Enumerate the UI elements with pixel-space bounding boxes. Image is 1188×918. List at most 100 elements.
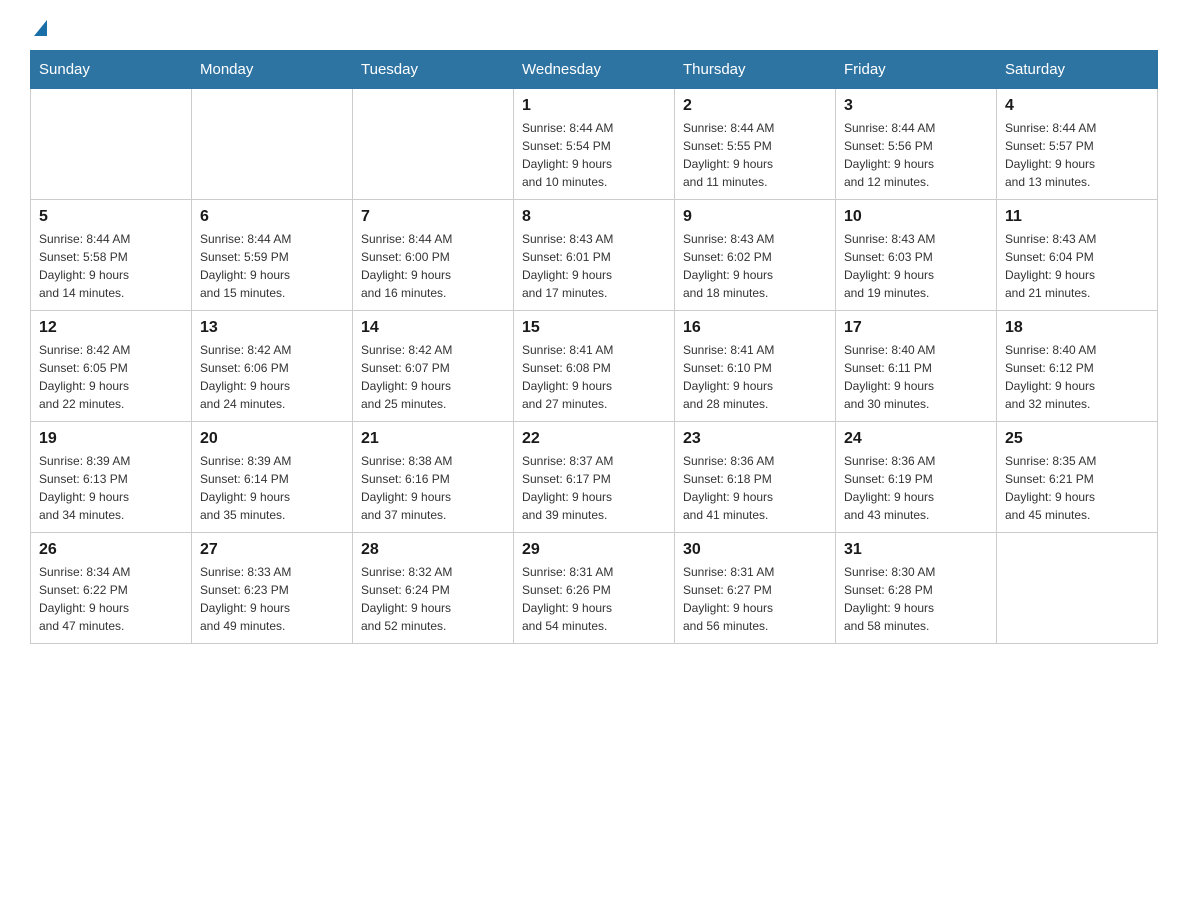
- calendar-empty-cell: [353, 89, 514, 200]
- calendar-day-16: 16Sunrise: 8:41 AM Sunset: 6:10 PM Dayli…: [675, 311, 836, 422]
- calendar-day-14: 14 Sunrise: 8:42 AM Sunset: 6:07 PM Dayli…: [353, 311, 514, 422]
- calendar-day-18: 18 Sunrise: 8:40 AM Sunset: 6:12 PM Dayli…: [997, 311, 1158, 422]
- day-number: 23: [683, 430, 827, 448]
- day-number: 18: [1005, 319, 1149, 337]
- day-info: Sunrise: 8:42 AM Sunset: 6:06 PM Dayligh…: [200, 341, 344, 413]
- day-info: Sunrise: 8:39 AM Sunset: 6:13 PM Dayligh…: [39, 452, 183, 524]
- day-info: Sunrise: 8:43 AM Sunset: 6:03 PM Dayligh…: [844, 230, 988, 302]
- day-info: Sunrise: 8:37 AM Sunset: 6:17 PM Dayligh…: [522, 452, 666, 524]
- calendar-day-10: 10 Sunrise: 8:43 AM Sunset: 6:03 PM Dayli…: [836, 200, 997, 311]
- day-number: 24: [844, 430, 988, 448]
- day-info: Sunrise: 8:33 AM Sunset: 6:23 PM Dayligh…: [200, 563, 344, 635]
- day-number: 14: [361, 319, 505, 337]
- day-info: Sunrise: 8:40 AM Sunset: 6:11 PM Dayligh…: [844, 341, 988, 413]
- calendar-day-19: 19 Sunrise: 8:39 AM Sunset: 6:13 PM Dayli…: [31, 422, 192, 533]
- day-number: 29: [522, 541, 666, 559]
- calendar-day-26: 26Sunrise: 8:34 AM Sunset: 6:22 PM Dayli…: [31, 533, 192, 644]
- logo: [30, 20, 47, 40]
- calendar-day-20: 20 Sunrise: 8:39 AM Sunset: 6:14 PM Dayli…: [192, 422, 353, 533]
- day-info: Sunrise: 8:44 AM Sunset: 5:58 PM Dayligh…: [39, 230, 183, 302]
- day-number: 31: [844, 541, 988, 559]
- calendar-day-22: 22 Sunrise: 8:37 AM Sunset: 6:17 PM Dayli…: [514, 422, 675, 533]
- weekday-header-monday: Monday: [192, 51, 353, 89]
- day-info: Sunrise: 8:44 AM Sunset: 6:00 PM Dayligh…: [361, 230, 505, 302]
- day-number: 19: [39, 430, 183, 448]
- day-info: Sunrise: 8:30 AM Sunset: 6:28 PM Dayligh…: [844, 563, 988, 635]
- day-number: 21: [361, 430, 505, 448]
- calendar-day-12: 12 Sunrise: 8:42 AM Sunset: 6:05 PM Dayli…: [31, 311, 192, 422]
- day-number: 17: [844, 319, 988, 337]
- calendar-week-row: 26Sunrise: 8:34 AM Sunset: 6:22 PM Dayli…: [31, 533, 1158, 644]
- calendar-day-27: 27Sunrise: 8:33 AM Sunset: 6:23 PM Dayli…: [192, 533, 353, 644]
- day-info: Sunrise: 8:38 AM Sunset: 6:16 PM Dayligh…: [361, 452, 505, 524]
- day-info: Sunrise: 8:44 AM Sunset: 5:54 PM Dayligh…: [522, 119, 666, 191]
- day-info: Sunrise: 8:31 AM Sunset: 6:27 PM Dayligh…: [683, 563, 827, 635]
- day-info: Sunrise: 8:36 AM Sunset: 6:18 PM Dayligh…: [683, 452, 827, 524]
- day-number: 16: [683, 319, 827, 337]
- day-number: 30: [683, 541, 827, 559]
- day-number: 12: [39, 319, 183, 337]
- calendar-day-23: 23 Sunrise: 8:36 AM Sunset: 6:18 PM Dayli…: [675, 422, 836, 533]
- day-info: Sunrise: 8:32 AM Sunset: 6:24 PM Dayligh…: [361, 563, 505, 635]
- calendar-day-15: 15 Sunrise: 8:41 AM Sunset: 6:08 PM Dayli…: [514, 311, 675, 422]
- calendar-week-row: 12 Sunrise: 8:42 AM Sunset: 6:05 PM Dayli…: [31, 311, 1158, 422]
- day-info: Sunrise: 8:42 AM Sunset: 6:07 PM Dayligh…: [361, 341, 505, 413]
- weekday-header-row: SundayMondayTuesdayWednesdayThursdayFrid…: [31, 51, 1158, 89]
- day-info: Sunrise: 8:39 AM Sunset: 6:14 PM Dayligh…: [200, 452, 344, 524]
- calendar-day-2: 2 Sunrise: 8:44 AM Sunset: 5:55 PM Daylig…: [675, 89, 836, 200]
- day-info: Sunrise: 8:42 AM Sunset: 6:05 PM Dayligh…: [39, 341, 183, 413]
- calendar-day-25: 25Sunrise: 8:35 AM Sunset: 6:21 PM Dayli…: [997, 422, 1158, 533]
- day-number: 20: [200, 430, 344, 448]
- day-number: 26: [39, 541, 183, 559]
- day-number: 2: [683, 97, 827, 115]
- day-number: 13: [200, 319, 344, 337]
- day-number: 15: [522, 319, 666, 337]
- day-number: 28: [361, 541, 505, 559]
- day-info: Sunrise: 8:44 AM Sunset: 5:57 PM Dayligh…: [1005, 119, 1149, 191]
- day-number: 11: [1005, 208, 1149, 226]
- calendar-day-1: 1Sunrise: 8:44 AM Sunset: 5:54 PM Daylig…: [514, 89, 675, 200]
- calendar-day-8: 8Sunrise: 8:43 AM Sunset: 6:01 PM Daylig…: [514, 200, 675, 311]
- header: [30, 20, 1158, 40]
- calendar-day-6: 6Sunrise: 8:44 AM Sunset: 5:59 PM Daylig…: [192, 200, 353, 311]
- calendar-day-4: 4Sunrise: 8:44 AM Sunset: 5:57 PM Daylig…: [997, 89, 1158, 200]
- day-number: 22: [522, 430, 666, 448]
- calendar-table: SundayMondayTuesdayWednesdayThursdayFrid…: [30, 50, 1158, 644]
- calendar-week-row: 5 Sunrise: 8:44 AM Sunset: 5:58 PM Daylig…: [31, 200, 1158, 311]
- day-info: Sunrise: 8:36 AM Sunset: 6:19 PM Dayligh…: [844, 452, 988, 524]
- weekday-header-sunday: Sunday: [31, 51, 192, 89]
- day-number: 9: [683, 208, 827, 226]
- day-info: Sunrise: 8:43 AM Sunset: 6:02 PM Dayligh…: [683, 230, 827, 302]
- calendar-day-31: 31 Sunrise: 8:30 AM Sunset: 6:28 PM Dayli…: [836, 533, 997, 644]
- calendar-day-29: 29 Sunrise: 8:31 AM Sunset: 6:26 PM Dayli…: [514, 533, 675, 644]
- day-info: Sunrise: 8:44 AM Sunset: 5:55 PM Dayligh…: [683, 119, 827, 191]
- day-info: Sunrise: 8:44 AM Sunset: 5:56 PM Dayligh…: [844, 119, 988, 191]
- logo-arrow-icon: [34, 20, 47, 36]
- calendar-week-row: 19 Sunrise: 8:39 AM Sunset: 6:13 PM Dayli…: [31, 422, 1158, 533]
- day-info: Sunrise: 8:31 AM Sunset: 6:26 PM Dayligh…: [522, 563, 666, 635]
- calendar-day-21: 21 Sunrise: 8:38 AM Sunset: 6:16 PM Dayli…: [353, 422, 514, 533]
- calendar-day-7: 7 Sunrise: 8:44 AM Sunset: 6:00 PM Daylig…: [353, 200, 514, 311]
- day-number: 5: [39, 208, 183, 226]
- day-number: 10: [844, 208, 988, 226]
- weekday-header-wednesday: Wednesday: [514, 51, 675, 89]
- weekday-header-saturday: Saturday: [997, 51, 1158, 89]
- calendar-empty-cell: [31, 89, 192, 200]
- calendar-empty-cell: [997, 533, 1158, 644]
- day-info: Sunrise: 8:40 AM Sunset: 6:12 PM Dayligh…: [1005, 341, 1149, 413]
- weekday-header-friday: Friday: [836, 51, 997, 89]
- calendar-empty-cell: [192, 89, 353, 200]
- day-info: Sunrise: 8:43 AM Sunset: 6:01 PM Dayligh…: [522, 230, 666, 302]
- day-number: 25: [1005, 430, 1149, 448]
- calendar-day-17: 17 Sunrise: 8:40 AM Sunset: 6:11 PM Dayli…: [836, 311, 997, 422]
- calendar-day-13: 13 Sunrise: 8:42 AM Sunset: 6:06 PM Dayli…: [192, 311, 353, 422]
- calendar-day-5: 5 Sunrise: 8:44 AM Sunset: 5:58 PM Daylig…: [31, 200, 192, 311]
- weekday-header-thursday: Thursday: [675, 51, 836, 89]
- day-number: 7: [361, 208, 505, 226]
- calendar-day-30: 30 Sunrise: 8:31 AM Sunset: 6:27 PM Dayli…: [675, 533, 836, 644]
- calendar-day-24: 24 Sunrise: 8:36 AM Sunset: 6:19 PM Dayli…: [836, 422, 997, 533]
- day-number: 6: [200, 208, 344, 226]
- calendar-week-row: 1Sunrise: 8:44 AM Sunset: 5:54 PM Daylig…: [31, 89, 1158, 200]
- calendar-day-11: 11Sunrise: 8:43 AM Sunset: 6:04 PM Dayli…: [997, 200, 1158, 311]
- day-info: Sunrise: 8:41 AM Sunset: 6:08 PM Dayligh…: [522, 341, 666, 413]
